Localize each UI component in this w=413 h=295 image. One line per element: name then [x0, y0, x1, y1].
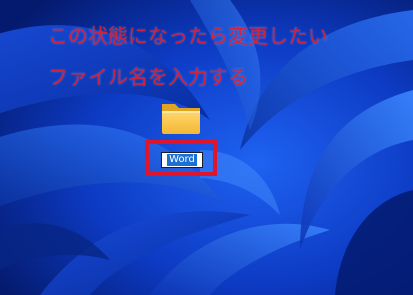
desktop-folder-item[interactable]: Word	[144, 96, 218, 176]
file-name-selected-text[interactable]: Word	[167, 154, 197, 166]
rename-highlight-box: Word	[145, 140, 217, 176]
folder-icon[interactable]	[160, 100, 202, 136]
instruction-text-line-1: この状態になったら変更したい	[48, 24, 328, 48]
instruction-text-line-2: ファイル名を入力する	[48, 65, 248, 89]
file-name-input[interactable]: Word	[161, 152, 203, 168]
desktop[interactable]: この状態になったら変更したい ファイル名を入力する Word	[0, 0, 413, 295]
